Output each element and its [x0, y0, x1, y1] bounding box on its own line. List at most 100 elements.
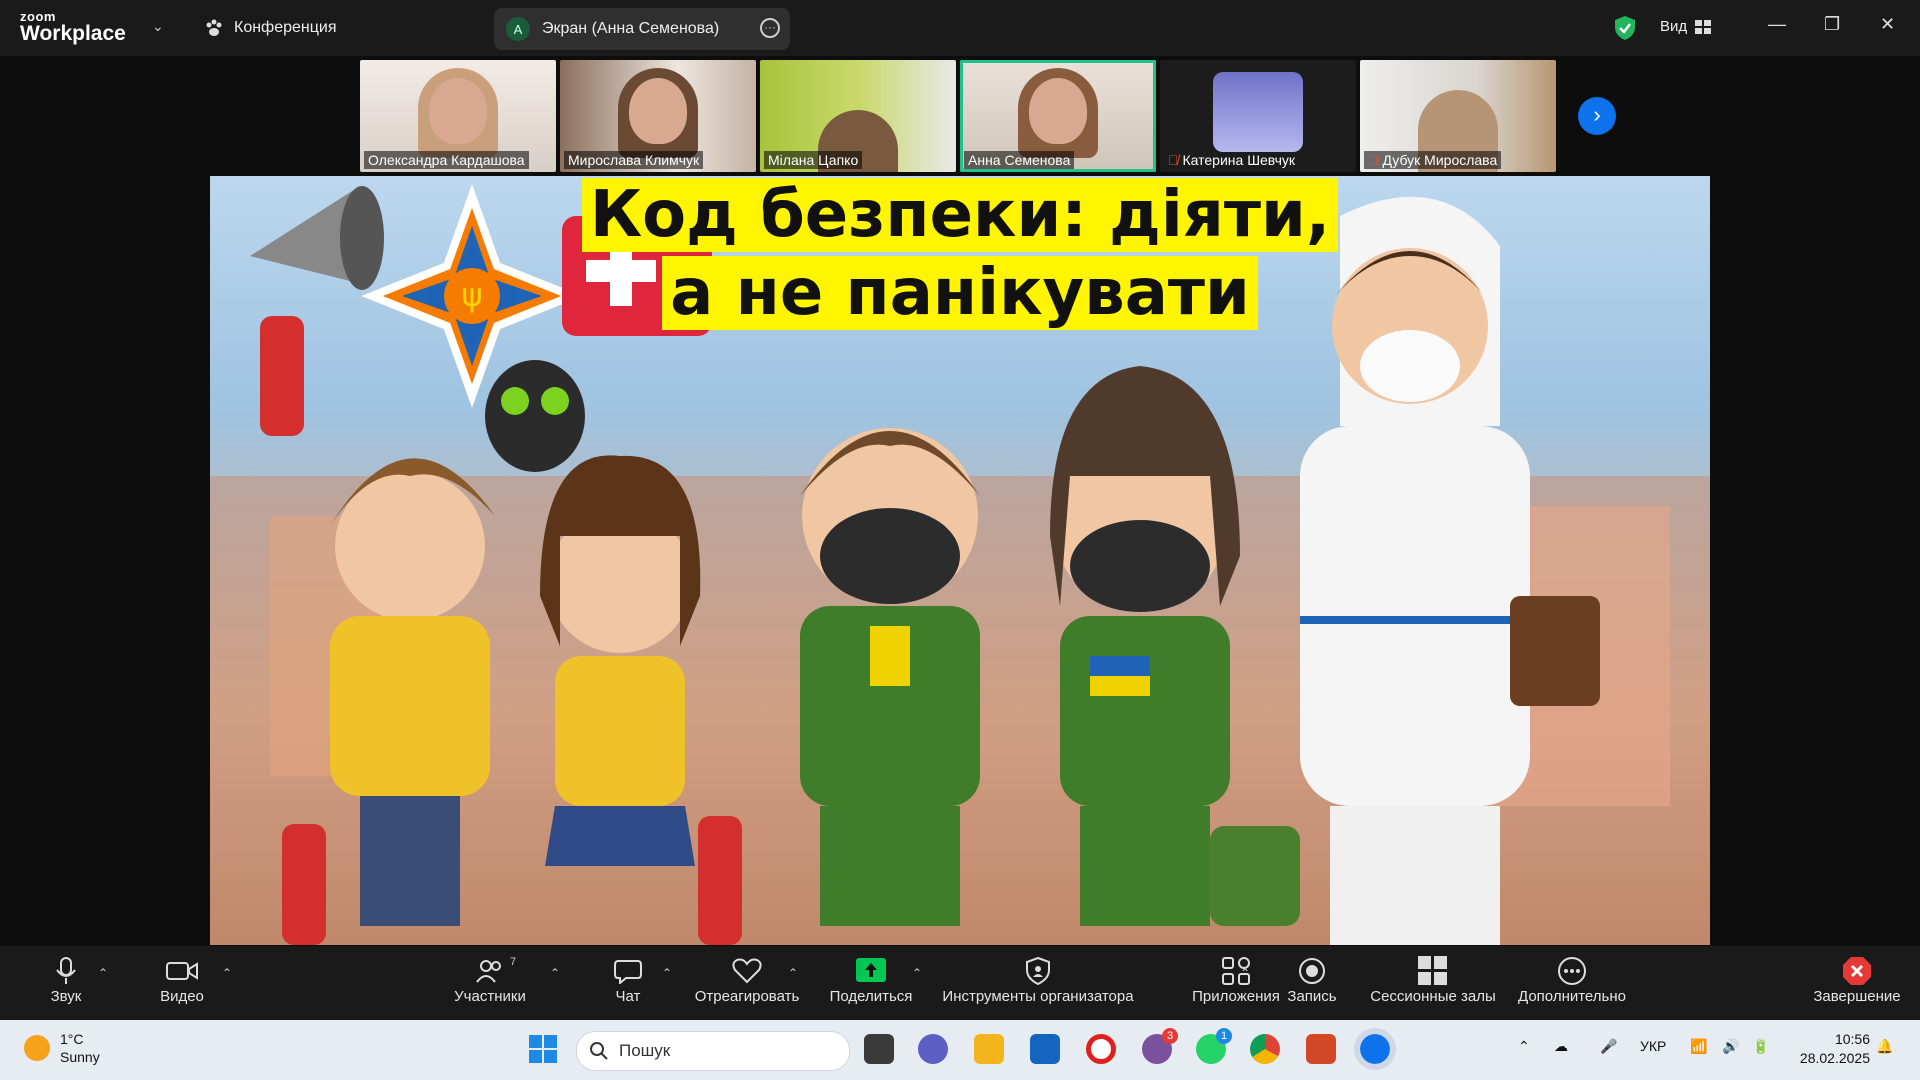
- participant-tile[interactable]: Мілана Цапко: [760, 60, 956, 172]
- task-view-icon[interactable]: [864, 1034, 894, 1064]
- more-button[interactable]: Дополнительно: [1514, 954, 1630, 1005]
- participant-tile[interactable]: 🎙̸ Катерина Шевчук: [1160, 60, 1356, 172]
- view-button[interactable]: Вид: [1660, 18, 1712, 35]
- chat-icon: [614, 960, 642, 984]
- close-icon[interactable]: ✕: [1880, 14, 1895, 35]
- notification-bell-icon[interactable]: 🔔: [1876, 1038, 1893, 1055]
- share-screen-button[interactable]: Поделиться: [824, 954, 918, 1005]
- slide-title: Код безпеки: діяти, а не панікувати: [210, 176, 1710, 332]
- tray-microphone-icon[interactable]: 🎤: [1600, 1038, 1617, 1055]
- participant-name: Анна Семенова: [964, 151, 1075, 169]
- onedrive-icon[interactable]: ☁: [1554, 1038, 1568, 1055]
- windows-start-icon[interactable]: [528, 1034, 558, 1064]
- share-label: Экран (Анна Семенова): [542, 20, 720, 37]
- reactions-options-caret-icon[interactable]: ⌃: [788, 966, 798, 980]
- mic-muted-icon: 🎙̸: [1368, 152, 1379, 168]
- meeting-info-button[interactable]: Конференция: [204, 18, 337, 38]
- participant-face: [629, 78, 687, 144]
- participant-name: Олександра Кардашова: [364, 151, 529, 169]
- more-icon: [1558, 957, 1586, 985]
- wifi-icon[interactable]: 📶: [1690, 1038, 1707, 1055]
- restore-icon[interactable]: ❐: [1824, 14, 1840, 35]
- extinguisher: [260, 316, 304, 436]
- weather-widget[interactable]: 1°C Sunny: [24, 1030, 100, 1066]
- cartoon-boy-gas-mask: [800, 428, 980, 926]
- audio-button[interactable]: Звук: [40, 954, 92, 1005]
- clock-time: 10:56: [1834, 1031, 1870, 1047]
- host-shield-icon: [1026, 957, 1050, 985]
- system-clock[interactable]: 10:56 28.02.2025: [1790, 1030, 1870, 1068]
- powerpoint-icon[interactable]: [1306, 1034, 1336, 1064]
- video-options-caret-icon[interactable]: ⌃: [222, 966, 232, 980]
- participant-tile[interactable]: 🎙̸ Дубук Мирослава: [1360, 60, 1556, 172]
- chat-options-caret-icon[interactable]: ⌃: [662, 966, 672, 980]
- breakout-rooms-button[interactable]: Сессионные залы: [1370, 954, 1496, 1005]
- weather-condition: Sunny: [60, 1049, 100, 1065]
- share-options-caret-icon[interactable]: ⌃: [912, 966, 922, 980]
- participant-name: 🎙̸ Катерина Шевчук: [1168, 152, 1296, 168]
- participant-tile[interactable]: Мирослава Климчук: [560, 60, 756, 172]
- minimize-icon[interactable]: —: [1768, 14, 1786, 35]
- taskbar-search[interactable]: Пошук: [576, 1031, 850, 1071]
- meeting-label: Конференция: [234, 19, 337, 36]
- participants-options-caret-icon[interactable]: ⌃: [550, 966, 560, 980]
- end-meeting-icon: [1843, 957, 1871, 985]
- participants-label: Участники: [454, 988, 526, 1005]
- logo-bottom-text: Workplace: [20, 22, 126, 45]
- file-explorer-icon[interactable]: [974, 1034, 1004, 1064]
- apps-options-caret-icon[interactable]: ⌃: [1240, 966, 1250, 980]
- more-options-icon[interactable]: ···: [760, 18, 780, 38]
- chrome-icon[interactable]: [1250, 1034, 1280, 1064]
- search-icon: [590, 1042, 608, 1060]
- teams-icon[interactable]: [918, 1034, 948, 1064]
- participant-face: [1029, 78, 1087, 144]
- microphone-icon: [56, 957, 76, 984]
- video-button[interactable]: Видео: [156, 954, 208, 1005]
- extinguisher: [282, 824, 326, 945]
- audio-label: Звук: [50, 988, 82, 1005]
- bag: [1510, 596, 1600, 706]
- record-button[interactable]: Запись: [1284, 954, 1340, 1005]
- security-shield-icon[interactable]: [1614, 15, 1636, 41]
- battery-icon[interactable]: 🔋: [1752, 1038, 1769, 1055]
- participant-name: Мирослава Климчук: [564, 151, 704, 169]
- participant-count: 7: [510, 956, 517, 968]
- apps-button[interactable]: Приложения: [1190, 954, 1282, 1005]
- slide-title-line2: а не панікувати: [662, 256, 1258, 330]
- host-tools-button[interactable]: Инструменты организатора: [938, 954, 1138, 1005]
- microsoft-store-icon[interactable]: [1030, 1034, 1060, 1064]
- sun-icon: [24, 1035, 50, 1061]
- temperature: 1°C: [60, 1031, 84, 1047]
- screen-share-pill[interactable]: A Экран (Анна Семенова) ···: [494, 8, 790, 50]
- viber-icon[interactable]: 3: [1142, 1028, 1178, 1064]
- reactions-button[interactable]: Отреагировать: [692, 954, 802, 1005]
- paw-icon: [206, 19, 222, 36]
- zoom-logo: zoom Workplace: [20, 10, 126, 44]
- next-page-arrow-icon[interactable]: ›: [1578, 97, 1616, 135]
- tray-overflow-caret-icon[interactable]: ⌃: [1518, 1038, 1530, 1055]
- shared-screen: ψ Код безпеки: діяти, а не панікувати: [210, 176, 1710, 945]
- end-meeting-button[interactable]: Завершение: [1810, 954, 1904, 1005]
- opera-icon[interactable]: [1086, 1034, 1116, 1064]
- participants-button[interactable]: Участники: [450, 954, 530, 1005]
- react-label: Отреагировать: [694, 988, 800, 1005]
- audio-options-caret-icon[interactable]: ⌃: [98, 966, 108, 980]
- clock-date: 28.02.2025: [1799, 1050, 1870, 1066]
- more-label: Дополнительно: [1518, 988, 1626, 1005]
- zoom-taskbar-icon[interactable]: [1354, 1028, 1396, 1070]
- video-camera-icon: [166, 962, 198, 980]
- volume-icon[interactable]: 🔊: [1722, 1038, 1739, 1055]
- share-label: Поделиться: [829, 988, 913, 1005]
- participant-tile-active-speaker[interactable]: Анна Семенова: [960, 60, 1156, 172]
- end-label: Завершение: [1813, 988, 1901, 1005]
- view-label: Вид: [1660, 18, 1688, 35]
- language-indicator[interactable]: УКР: [1640, 1038, 1666, 1054]
- chevron-down-icon[interactable]: ⌄: [152, 18, 164, 35]
- participant-tile[interactable]: Олександра Кардашова: [360, 60, 556, 172]
- extinguisher: [698, 816, 742, 945]
- participants-icon: [476, 960, 501, 983]
- share-screen-icon: [856, 958, 886, 982]
- record-icon: [1299, 958, 1325, 984]
- whatsapp-icon[interactable]: 1: [1196, 1028, 1232, 1064]
- chat-button[interactable]: Чат: [608, 954, 648, 1005]
